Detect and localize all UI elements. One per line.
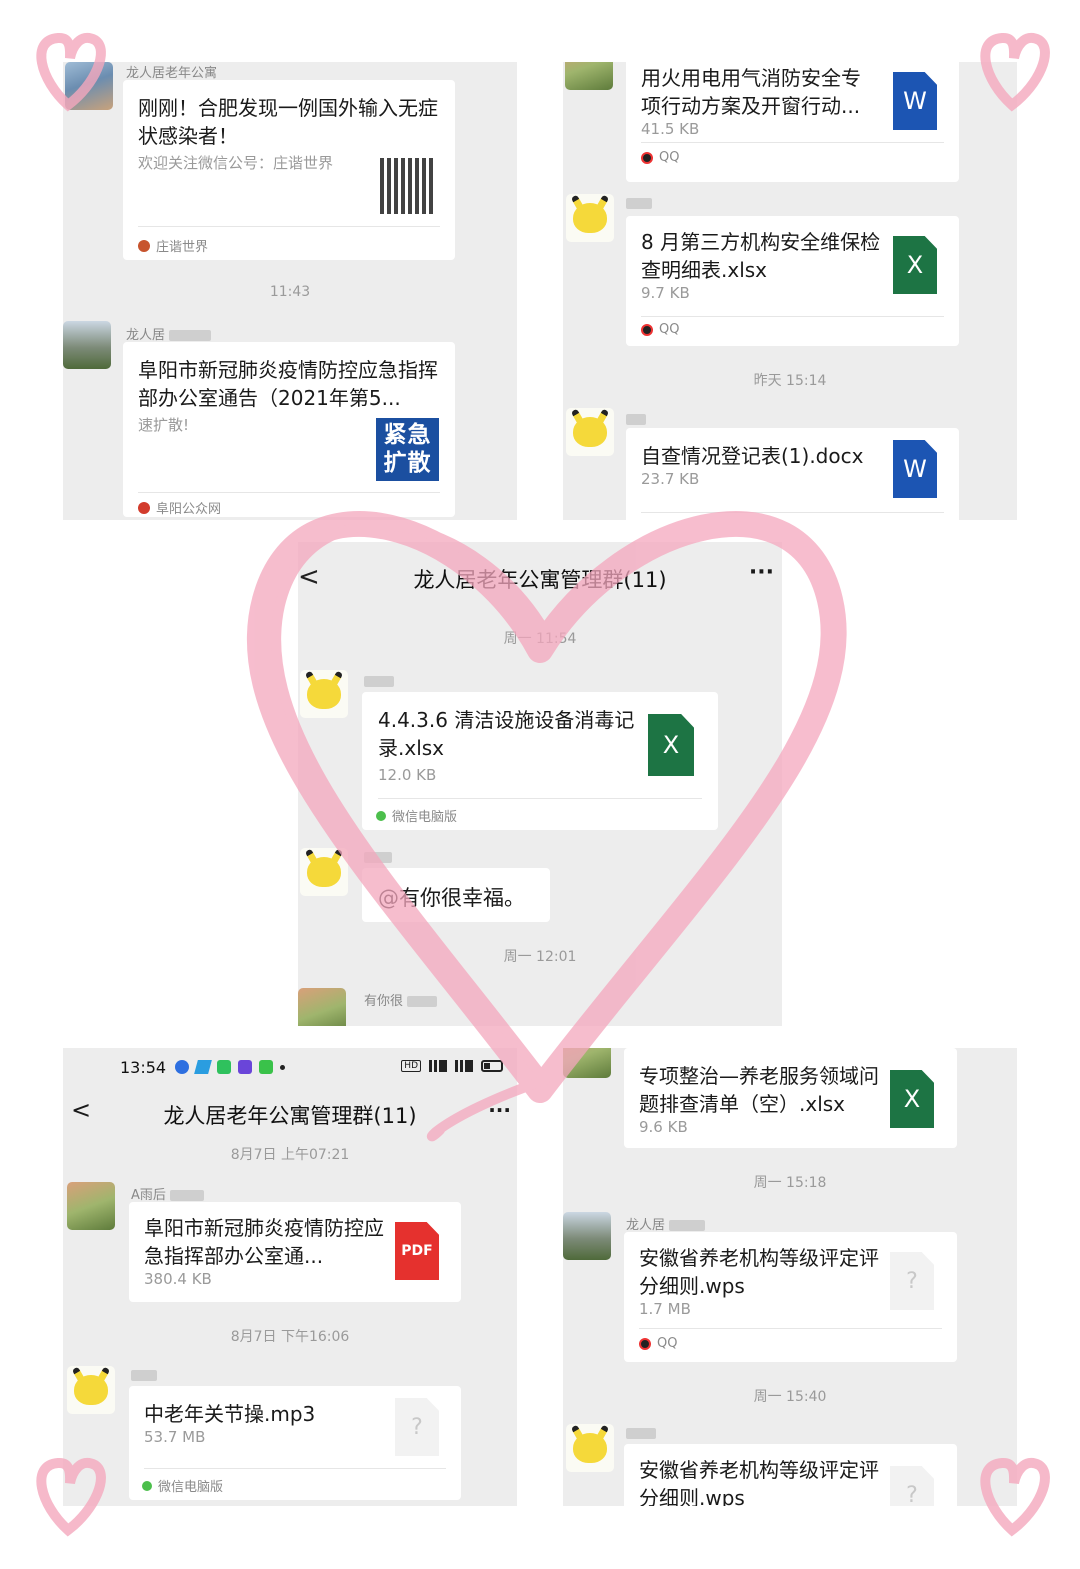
big-heart-icon: [247, 510, 847, 1103]
corner-heart-icon: [980, 33, 1050, 112]
corner-heart-icon: [980, 1458, 1050, 1537]
corner-heart-icon: [36, 33, 106, 112]
heart-overlay-icon: [36, 33, 1050, 1537]
corner-heart-icon: [36, 1458, 106, 1537]
